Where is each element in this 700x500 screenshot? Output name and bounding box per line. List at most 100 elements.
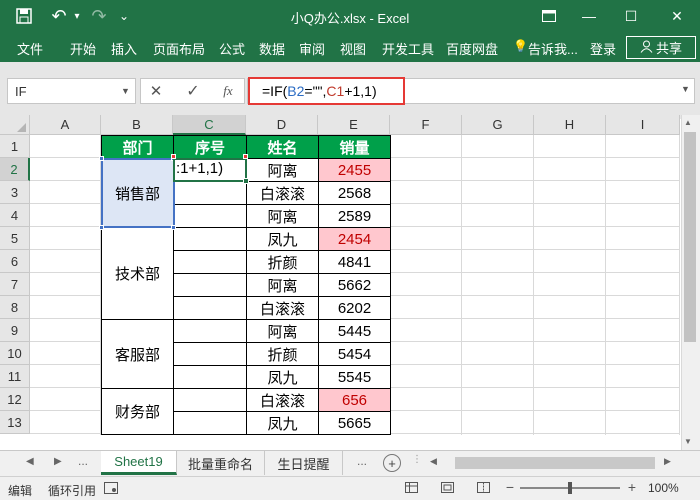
fill-handle[interactable] [243, 178, 249, 184]
row-header-12[interactable]: 12 [0, 388, 30, 411]
name-cell[interactable]: 白滚滚 [246, 388, 319, 412]
name-cell[interactable]: 阿离 [246, 319, 319, 343]
name-cell[interactable]: 阿离 [246, 273, 319, 297]
row-header-2[interactable]: 2 [0, 158, 30, 181]
tab-split-handle[interactable]: ⋮ [412, 454, 422, 465]
enter-formula-icon[interactable]: ✓ [183, 80, 203, 102]
row-header-13[interactable]: 13 [0, 411, 30, 434]
sheet-next-icon[interactable]: ▶ [54, 456, 62, 467]
close-button[interactable]: ✕ [654, 0, 700, 32]
name-cell[interactable]: 白滚滚 [246, 296, 319, 320]
column-header-h[interactable]: H [534, 115, 606, 135]
name-cell[interactable]: 白滚滚 [246, 181, 319, 205]
index-cell[interactable] [173, 181, 247, 205]
tab-baidu-netdisk[interactable]: 百度网盘 [446, 39, 498, 58]
index-cell[interactable] [173, 342, 247, 366]
column-header-d[interactable]: D [246, 115, 318, 135]
column-header-e[interactable]: E [318, 115, 390, 135]
reference-handle-c1[interactable] [171, 154, 176, 159]
sales-cell[interactable]: 4841 [318, 250, 391, 274]
row-header-8[interactable]: 8 [0, 296, 30, 319]
tab-insert[interactable]: 插入 [111, 39, 137, 58]
tab-page-layout[interactable]: 页面布局 [153, 39, 205, 58]
header-cell-sales[interactable]: 销量 [318, 135, 391, 159]
normal-view-icon[interactable] [404, 480, 418, 494]
name-cell[interactable]: 折颜 [246, 342, 319, 366]
login-link[interactable]: 登录 [590, 39, 616, 58]
sales-cell[interactable]: 2454 [318, 227, 391, 251]
tell-me-search[interactable]: 告诉我... [528, 39, 578, 58]
macro-record-icon[interactable] [104, 482, 118, 497]
header-cell-name[interactable]: 姓名 [246, 135, 319, 159]
reference-handle-c1[interactable] [243, 154, 248, 159]
header-cell-index[interactable]: 序号 [173, 135, 247, 159]
index-cell[interactable] [173, 296, 247, 320]
row-header-4[interactable]: 4 [0, 204, 30, 227]
zoom-level[interactable]: 100% [648, 481, 679, 495]
row-header-7[interactable]: 7 [0, 273, 30, 296]
row-header-3[interactable]: 3 [0, 181, 30, 204]
share-button[interactable]: 共享 [626, 36, 696, 59]
header-cell-department[interactable]: 部门 [101, 135, 174, 159]
column-header-f[interactable]: F [390, 115, 462, 135]
page-break-view-icon[interactable] [476, 480, 490, 494]
name-cell[interactable]: 凤九 [246, 365, 319, 389]
index-cell[interactable] [173, 250, 247, 274]
index-cell[interactable] [173, 411, 247, 435]
tab-file[interactable]: 文件 [17, 39, 43, 58]
name-cell[interactable]: 折颜 [246, 250, 319, 274]
index-cell[interactable] [173, 273, 247, 297]
scroll-down-icon[interactable]: ▼ [684, 437, 692, 446]
column-header-i[interactable]: I [606, 115, 680, 135]
row-header-1[interactable]: 1 [0, 135, 30, 158]
page-layout-view-icon[interactable] [440, 480, 454, 494]
zoom-in-icon[interactable]: + [625, 479, 639, 495]
sales-cell[interactable]: 2455 [318, 158, 391, 182]
sheet-prev-icon[interactable]: ◀ [26, 456, 34, 467]
tab-developer[interactable]: 开发工具 [382, 39, 434, 58]
name-cell[interactable]: 凤九 [246, 411, 319, 435]
row-header-6[interactable]: 6 [0, 250, 30, 273]
row-header-11[interactable]: 11 [0, 365, 30, 388]
column-header-a[interactable]: A [30, 115, 101, 135]
sales-cell[interactable]: 2568 [318, 181, 391, 205]
department-cell[interactable]: 财务部 [101, 388, 174, 435]
range-handle[interactable] [171, 225, 176, 230]
tab-data[interactable]: 数据 [259, 39, 285, 58]
index-cell[interactable] [173, 388, 247, 412]
index-cell[interactable] [173, 227, 247, 251]
ribbon-display-options-icon[interactable] [538, 0, 560, 32]
sheet-more-right[interactable]: ... [357, 454, 367, 468]
sales-cell[interactable]: 656 [318, 388, 391, 412]
tab-review[interactable]: 审阅 [299, 39, 325, 58]
restore-button[interactable]: ☐ [608, 0, 654, 32]
sales-cell[interactable]: 5545 [318, 365, 391, 389]
index-cell[interactable] [173, 319, 247, 343]
sales-cell[interactable]: 5665 [318, 411, 391, 435]
range-handle[interactable] [99, 156, 104, 161]
select-all-triangle-icon[interactable] [17, 123, 26, 132]
name-cell[interactable]: 凤九 [246, 227, 319, 251]
vertical-scroll-thumb[interactable] [684, 132, 696, 342]
sales-cell[interactable]: 5662 [318, 273, 391, 297]
range-handle[interactable] [99, 225, 104, 230]
name-box[interactable]: IF [7, 78, 136, 104]
tab-view[interactable]: 视图 [340, 39, 366, 58]
minimize-button[interactable]: — [566, 0, 612, 32]
row-header-10[interactable]: 10 [0, 342, 30, 365]
sales-cell[interactable]: 6202 [318, 296, 391, 320]
name-cell[interactable]: 阿离 [246, 158, 319, 182]
sheet-more-left[interactable]: ... [78, 454, 88, 468]
add-sheet-button[interactable]: + [383, 454, 401, 472]
sales-cell[interactable]: 2589 [318, 204, 391, 228]
row-header-5[interactable]: 5 [0, 227, 30, 250]
insert-function-icon[interactable]: fx [218, 80, 238, 102]
horizontal-scroll-thumb[interactable] [455, 457, 655, 469]
sheet-tab-batch-rename[interactable]: 批量重命名 [177, 451, 265, 475]
tab-home[interactable]: 开始 [70, 39, 96, 58]
sheet-tab-sheet19[interactable]: Sheet19 [101, 451, 177, 475]
scroll-right-icon[interactable]: ▶ [664, 456, 671, 467]
name-cell[interactable]: 阿离 [246, 204, 319, 228]
column-header-g[interactable]: G [462, 115, 534, 135]
sales-cell[interactable]: 5454 [318, 342, 391, 366]
